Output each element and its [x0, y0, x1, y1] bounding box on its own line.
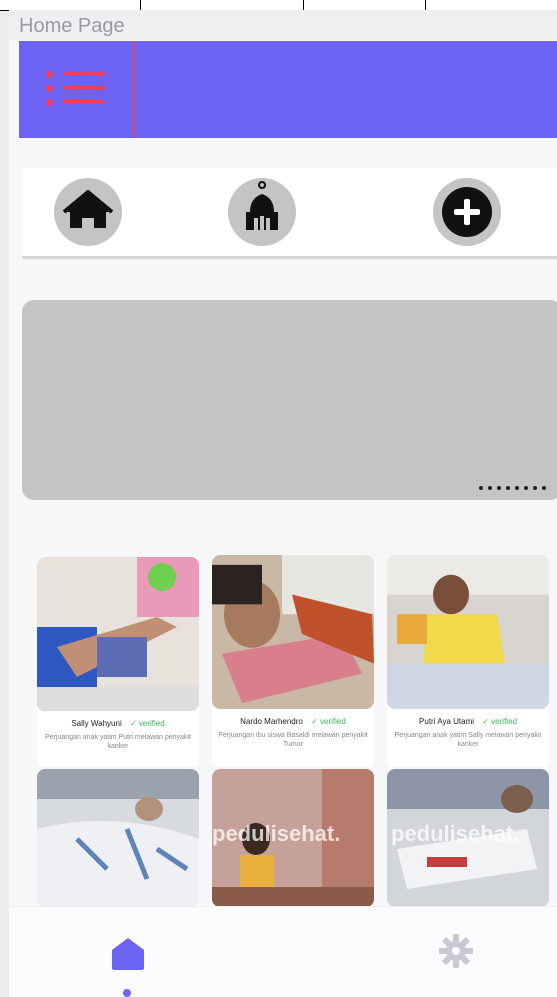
campaign-photo: [387, 555, 549, 709]
campaign-card[interactable]: Putri Aya Utami ✓ verified Perjuangan an…: [387, 555, 549, 767]
page-title: Home Page: [9, 10, 557, 40]
app-bar: [19, 41, 557, 138]
bottom-navigation: [9, 906, 557, 997]
phone-screen: Home Page Sally Wahyuni ✓ verified Perju…: [9, 10, 557, 997]
gear-icon[interactable]: [436, 931, 476, 971]
quick-menu: [22, 168, 557, 259]
banner-carousel[interactable]: [22, 300, 557, 500]
strip-divider: [303, 0, 304, 10]
menu-list-icon[interactable]: [19, 41, 135, 138]
campaign-photo: [37, 557, 199, 711]
home-icon[interactable]: [108, 933, 148, 973]
campaign-card[interactable]: Sally Wahyuni ✓ verified Perjuangan anak…: [37, 557, 199, 767]
watermark-text: pedulisehat.: [212, 821, 341, 846]
campaign-card[interactable]: pedulisehat.: [387, 769, 549, 907]
campaign-name: Nardo Marhendro: [240, 717, 303, 726]
home-icon[interactable]: [54, 178, 122, 246]
campaign-description: Perjuangan anak yatim Sally melawan peny…: [394, 732, 542, 748]
campaign-description: Perjuangan ibu siswa Basaldi melawan pen…: [218, 732, 368, 748]
carousel-indicator: [479, 486, 546, 490]
mosque-icon[interactable]: [228, 178, 296, 246]
campaign-name: Putri Aya Utami: [419, 717, 475, 726]
campaign-card[interactable]: [37, 769, 199, 907]
active-tab-indicator: [123, 989, 131, 997]
campaign-card[interactable]: pedulisehat.: [212, 769, 374, 907]
campaign-photo: [37, 769, 199, 907]
verified-badge: ✓ verified: [311, 717, 346, 726]
watermark-text: pedulisehat.: [391, 821, 520, 846]
campaign-card[interactable]: Nardo Marhendro ✓ verified Perjuangan ib…: [212, 555, 374, 767]
strip-divider: [140, 0, 141, 10]
campaign-description: Perjuangan anak yatim Putri melawan peny…: [45, 734, 191, 750]
strip-divider: [425, 0, 426, 10]
verified-badge: ✓ verified: [129, 719, 165, 728]
verified-badge: ✓ verified: [482, 717, 517, 726]
add-circle-icon[interactable]: [433, 178, 501, 246]
campaign-name: Sally Wahyuni: [71, 719, 122, 728]
campaign-photo: [212, 555, 374, 709]
